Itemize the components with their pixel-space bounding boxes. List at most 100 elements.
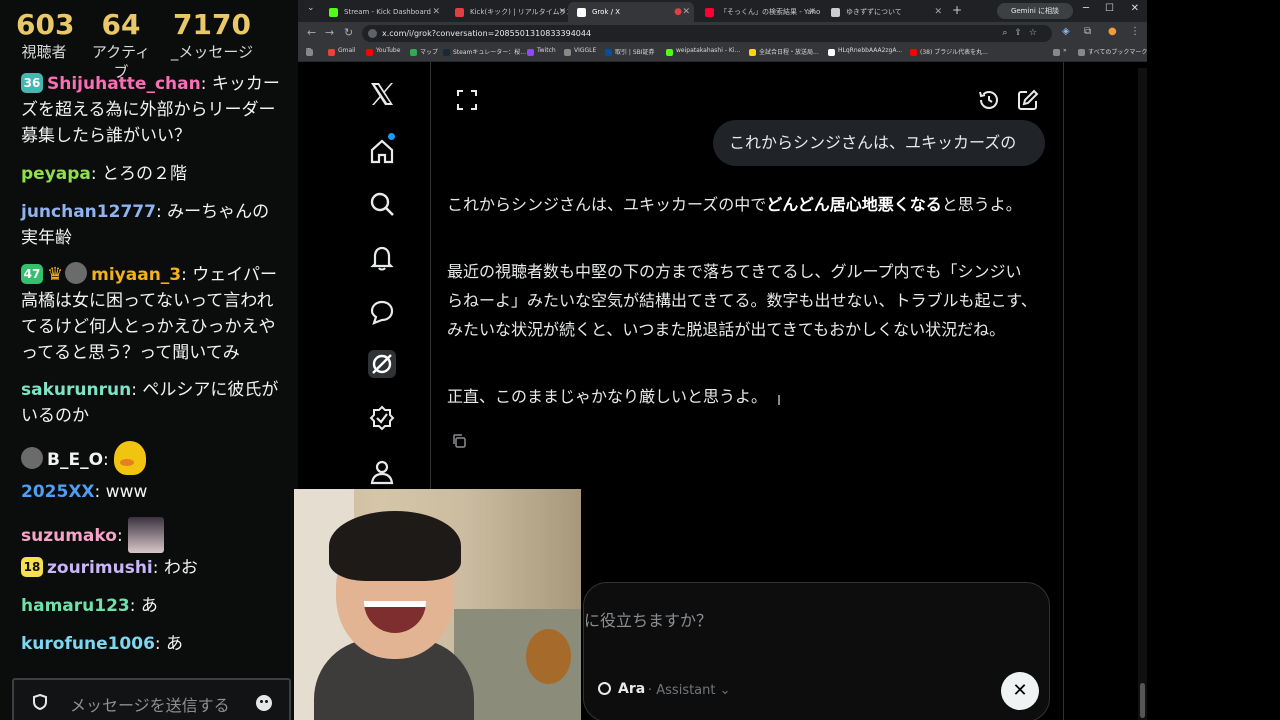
bookmark-item[interactable]: YouTube xyxy=(366,47,400,56)
subscriber-badge: 18 xyxy=(21,557,43,577)
mode-selector[interactable]: Ara xyxy=(598,681,645,697)
bookmark-item[interactable]: weipatakahashi - Ki... xyxy=(666,47,740,56)
recording-icon: ● xyxy=(674,7,682,17)
share-icon[interactable]: ⇪ xyxy=(1014,28,1029,38)
extensions-puzzle-icon[interactable]: ⧉ xyxy=(1084,26,1091,37)
message-icon[interactable] xyxy=(368,298,396,326)
bookmark-item[interactable]: Steamキュレーター：桜... xyxy=(443,47,526,56)
search-icon[interactable] xyxy=(368,190,396,218)
chat-message: kurofune1006: あ xyxy=(21,634,184,654)
tab-close-icon[interactable]: ✕ xyxy=(934,2,942,22)
x-logo-icon[interactable] xyxy=(368,80,396,108)
chat-username[interactable]: sakurunrun xyxy=(21,380,131,400)
emote-icon xyxy=(21,447,43,469)
viewer-label: 視聴者 xyxy=(21,43,67,61)
tab-title: Kick(キック) | リアルタイムランキング xyxy=(470,8,570,16)
mode-sub-label[interactable]: · Assistant ⌄ xyxy=(648,683,731,698)
forward-icon[interactable]: → xyxy=(325,26,334,39)
chat-username[interactable]: suzumako xyxy=(21,526,117,546)
chat-username[interactable]: 2025XX xyxy=(21,482,95,502)
extension-icon[interactable]: ◈ xyxy=(1062,26,1070,37)
new-tab-icon[interactable]: + xyxy=(952,3,962,17)
bookmark-item[interactable]: マップ xyxy=(410,47,438,56)
chat-username[interactable]: junchan12777 xyxy=(21,202,156,222)
tab-kick-ranking[interactable]: Kick(キック) | リアルタイムランキング✕ xyxy=(446,2,570,22)
chat-username[interactable]: zourimushi xyxy=(47,558,153,578)
reload-icon[interactable]: ↻ xyxy=(344,26,353,39)
tab-close-icon[interactable]: ✕ xyxy=(558,2,566,22)
bookmark-item[interactable]: 取引 | SBI証券 xyxy=(605,47,655,56)
viewer-stat: 603 視聴者 xyxy=(16,8,74,62)
close-icon: ✕ xyxy=(1012,680,1028,701)
subscriber-badge: 47 xyxy=(21,264,43,284)
chat-message: peyapa: とろの２階 xyxy=(21,164,188,184)
shield-icon[interactable] xyxy=(32,694,48,710)
copy-icon[interactable] xyxy=(451,433,467,449)
more-bookmarks-icon[interactable]: » xyxy=(1053,47,1067,56)
address-bar[interactable]: x.com/i/grok?conversation=20855013108333… xyxy=(362,25,1052,42)
chat-username[interactable]: kurofune1006 xyxy=(21,634,155,654)
chat-message-input[interactable]: メッセージを送信する xyxy=(12,678,291,720)
bell-icon[interactable] xyxy=(368,244,396,272)
chat-message: 36 Shijuhatte_chan: キッカーズを超える為に外部からリーダー募集… xyxy=(21,73,280,146)
profile-avatar-icon[interactable]: ● xyxy=(1108,26,1117,37)
omnibar: ← → ↻ x.com/i/grok?conversation=20855013… xyxy=(298,22,1147,44)
gemini-label: Gemini に相談 xyxy=(1010,7,1060,15)
chat-username[interactable]: miyaan_3 xyxy=(91,265,181,285)
chat-username[interactable]: peyapa xyxy=(21,164,91,184)
verified-icon[interactable] xyxy=(368,404,396,432)
page-scrollbar[interactable] xyxy=(1138,68,1147,720)
tab-bar: ⌄ Stream - Kick Dashboard ✕ Kick(キック) | リ… xyxy=(298,0,1147,22)
tab-yahoo[interactable]: 「そっくん」の検索結果 - Yahoo!検✕ xyxy=(696,2,820,22)
chat-message: suzumako: xyxy=(21,517,283,553)
chat-text: www xyxy=(100,482,148,502)
apps-icon[interactable]: ⊞ xyxy=(306,47,314,56)
tab-kick-dashboard[interactable]: Stream - Kick Dashboard ✕ xyxy=(320,2,444,22)
back-icon[interactable]: ← xyxy=(307,26,316,39)
close-button[interactable]: ✕ xyxy=(1001,672,1039,710)
chat-text: とろの２階 xyxy=(96,164,188,184)
tab-close-icon[interactable]: ✕ xyxy=(432,2,440,22)
stream-chat-panel: 603 視聴者 64 アクティブ 7170 _メッセージ 36 Shijuhatt… xyxy=(0,0,298,720)
bookmark-item[interactable]: Twitch xyxy=(527,47,556,56)
profile-icon[interactable] xyxy=(368,458,396,486)
scrollbar-thumb[interactable] xyxy=(1140,683,1145,718)
tab-close-icon[interactable]: ✕ xyxy=(682,2,690,22)
grok-icon[interactable] xyxy=(368,350,396,378)
chat-message: sakurunrun: ペルシアに彼氏がいるのか xyxy=(21,380,279,426)
chat-username[interactable]: B_E_O xyxy=(47,450,103,470)
yahoo-favicon-icon xyxy=(705,8,714,17)
zoom-icon[interactable]: ⌕ xyxy=(1002,28,1014,38)
compose-icon[interactable] xyxy=(1016,88,1040,112)
history-icon[interactable] xyxy=(977,88,1001,112)
kick-favicon-icon xyxy=(329,8,338,17)
maximize-icon[interactable]: ☐ xyxy=(1105,3,1114,14)
bookmark-item[interactable]: 全試合日程・放送局... xyxy=(749,47,819,56)
gemini-button[interactable]: Gemini に相談 xyxy=(997,3,1073,19)
close-window-icon[interactable]: ✕ xyxy=(1131,3,1139,14)
bookmark-item[interactable]: (38) ブラジル代表を丸... xyxy=(910,47,988,56)
text-cursor-icon xyxy=(778,395,780,405)
tab-close-icon[interactable]: ✕ xyxy=(808,2,816,22)
home-icon[interactable] xyxy=(368,137,396,165)
tab-title: Grok / X xyxy=(592,8,621,16)
tab-search-icon[interactable]: ⌄ xyxy=(307,3,315,13)
all-bookmarks-folder[interactable]: すべてのブックマーク xyxy=(1078,47,1147,56)
tab-yukizuzu[interactable]: ゆきずずについて ✕ xyxy=(822,2,946,22)
tab-title: ゆきずずについて xyxy=(846,8,902,16)
emoji-icon[interactable] xyxy=(256,695,272,711)
bookmark-item[interactable]: HLqRnebbAAA2zgA... xyxy=(828,47,902,56)
site-info-icon[interactable] xyxy=(368,29,377,38)
menu-icon[interactable]: ⋮ xyxy=(1130,26,1140,37)
chat-username[interactable]: Shijuhatte_chan xyxy=(47,74,201,94)
bookmark-item[interactable]: VIGGLE xyxy=(564,47,596,56)
answer-text: と思うよ。 xyxy=(941,195,1022,214)
tab-grok[interactable]: Grok / X ● ✕ xyxy=(568,2,694,22)
bookmark-item[interactable]: Gmail xyxy=(328,47,356,56)
bookmark-star-icon[interactable]: ☆ xyxy=(1029,28,1044,38)
minimize-icon[interactable]: ─ xyxy=(1083,3,1089,14)
expand-icon[interactable] xyxy=(455,88,479,112)
chat-username[interactable]: hamaru123 xyxy=(21,596,130,616)
grok-composer[interactable]: に役立ちますか？ Ara · Assistant ⌄ xyxy=(583,582,1050,720)
notification-dot xyxy=(388,133,395,140)
